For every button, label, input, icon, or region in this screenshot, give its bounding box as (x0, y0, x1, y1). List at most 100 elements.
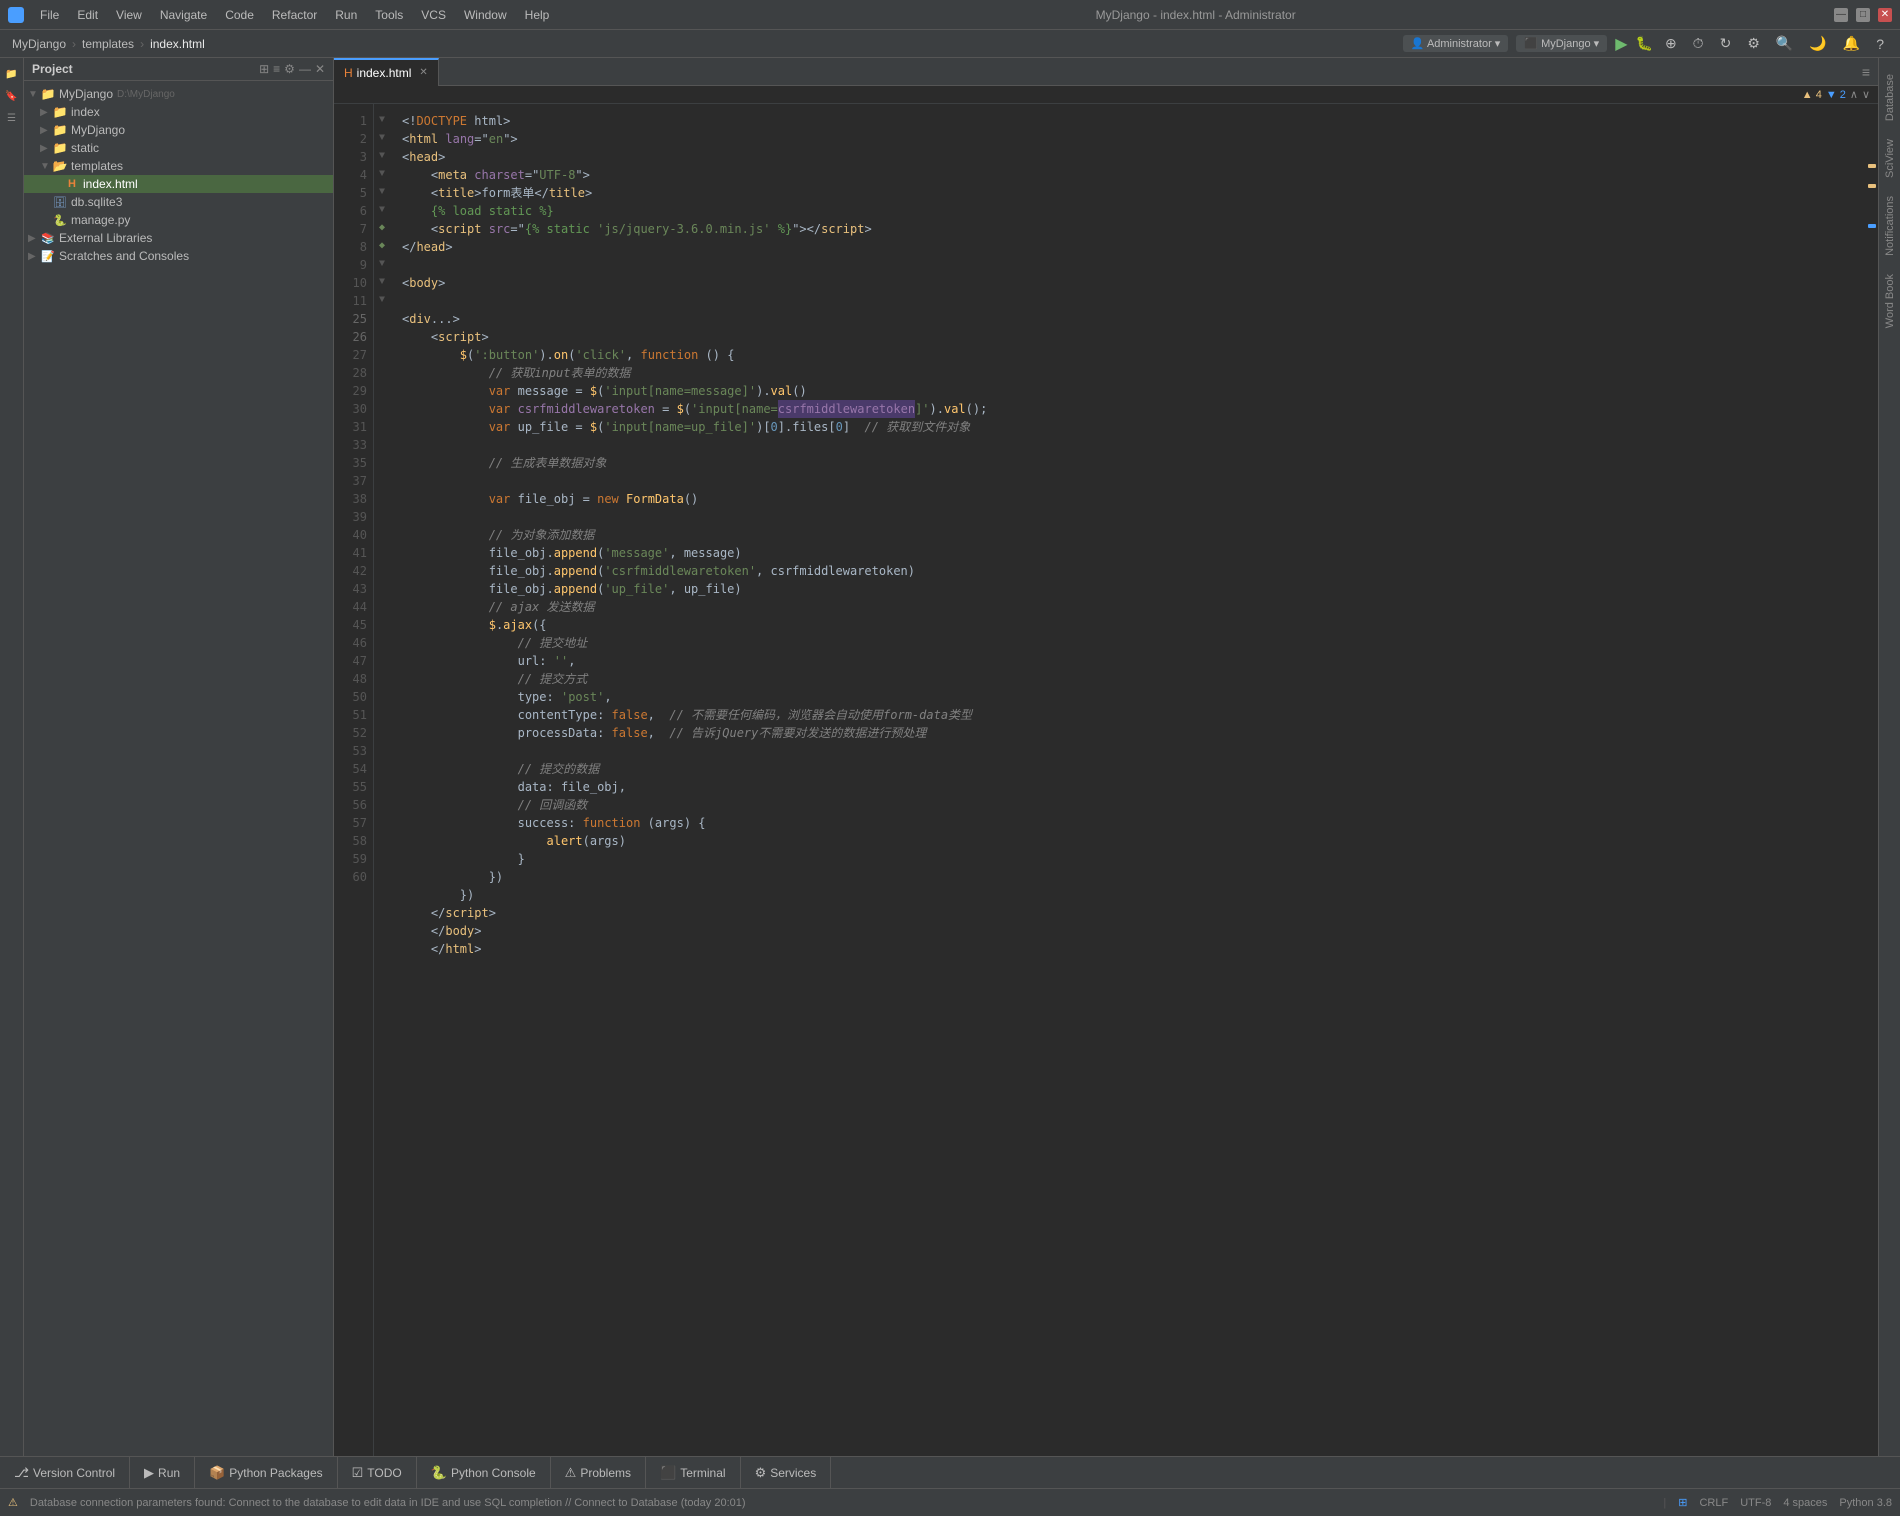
right-panel-sciview[interactable]: SciView (1880, 131, 1900, 186)
menu-help[interactable]: Help (517, 6, 558, 24)
menu-vcs[interactable]: VCS (413, 6, 454, 24)
right-panel-wordbook[interactable]: Word Book (1880, 266, 1900, 336)
code-line-41: // ajax 发送数据 (398, 598, 1864, 616)
tree-arrow-mydjango-sub[interactable]: ▶ (40, 125, 52, 136)
settings-button[interactable]: ⚙ (1743, 33, 1764, 54)
project-scope-button[interactable]: ⊞ (259, 62, 269, 76)
tab-services[interactable]: ⚙ Services (741, 1457, 832, 1489)
project-collapse-button[interactable]: ≡ (273, 62, 280, 76)
tab-python-packages-label: Python Packages (229, 1466, 322, 1480)
tree-item-scratches[interactable]: ▶ 📝 Scratches and Consoles (24, 247, 333, 265)
tree-arrow-ext-libs[interactable]: ▶ (28, 233, 40, 244)
profile-run-button[interactable]: ⏱ (1689, 33, 1708, 54)
tab-list-button[interactable]: ≡ (1862, 64, 1870, 80)
tab-python-packages[interactable]: 📦 Python Packages (195, 1457, 338, 1489)
tab-close-button[interactable]: ✕ (419, 67, 427, 78)
breadcrumb-sep-2: › (140, 37, 144, 51)
tab-run-label: Run (158, 1466, 180, 1480)
run-button[interactable]: ▶ (1615, 34, 1627, 54)
tree-item-mydjango[interactable]: ▼ 📁 MyDjango D:\MyDjango (24, 85, 333, 103)
close-button[interactable]: ✕ (1878, 8, 1892, 22)
code-line-29: var message = $('input[name=message]').v… (398, 382, 1864, 400)
tree-arrow-templates[interactable]: ▼ (40, 161, 52, 172)
code-line-47: contentType: false, // 不需要任何编码，浏览器会自动使用f… (398, 706, 1864, 724)
sidebar-bookmarks-icon[interactable]: 🔖 (3, 88, 21, 106)
language-label: Python 3.8 (1839, 1497, 1892, 1509)
tree-item-ext-libs[interactable]: ▶ 📚 External Libraries (24, 229, 333, 247)
search-button[interactable]: 🔍 (1772, 33, 1797, 54)
menu-run[interactable]: Run (327, 6, 365, 24)
tab-run[interactable]: ▶ Run (130, 1457, 195, 1489)
profile-dropdown[interactable]: 👤 Administrator ▾ (1403, 35, 1509, 52)
breadcrumb-templates[interactable]: templates (82, 37, 134, 51)
help-icon-button[interactable]: ? (1872, 34, 1888, 54)
tree-arrow-index[interactable]: ▶ (40, 107, 52, 118)
breadcrumb-nav-up[interactable]: ∧ (1850, 88, 1858, 101)
sidebar-structure-icon[interactable]: ☰ (3, 110, 21, 128)
code-line-38: file_obj.append('message', message) (398, 544, 1864, 562)
menu-view[interactable]: View (108, 6, 150, 24)
code-line-44: url: '', (398, 652, 1864, 670)
tab-version-control[interactable]: ⎇ Version Control (0, 1457, 130, 1489)
menu-file[interactable]: File (32, 6, 67, 24)
menu-window[interactable]: Window (456, 6, 515, 24)
code-line-45: // 提交方式 (398, 670, 1864, 688)
tab-todo[interactable]: ☑ TODO (338, 1457, 417, 1489)
tree-item-manage-py[interactable]: 🐍 manage.py (24, 211, 333, 229)
debug-button[interactable]: 🐛 (1636, 35, 1653, 52)
project-settings-button[interactable]: ⚙ (284, 62, 295, 76)
project-dropdown[interactable]: ⬛ MyDjango ▾ (1516, 35, 1607, 52)
scratches-icon: 📝 (40, 248, 56, 264)
tree-label-ext-libs: External Libraries (59, 231, 152, 245)
menu-navigate[interactable]: Navigate (152, 6, 215, 24)
status-windows-icon[interactable]: ⊞ (1678, 1496, 1687, 1509)
editor-gutter: ▼ ▼ ▼ ▼ ▼ ▼ (374, 104, 390, 1456)
status-charset[interactable]: UTF-8 (1740, 1497, 1771, 1509)
breadcrumb-mydjango[interactable]: MyDjango (12, 37, 66, 51)
project-close-button[interactable]: ✕ (315, 62, 325, 76)
tab-index-html[interactable]: H index.html ✕ (334, 58, 439, 86)
right-panel-database[interactable]: Database (1880, 66, 1900, 129)
maximize-button[interactable]: □ (1856, 8, 1870, 22)
tab-terminal[interactable]: ⬛ Terminal (646, 1457, 741, 1489)
code-editor[interactable]: <!DOCTYPE html> <html lang="en"> <head> … (390, 104, 1864, 1456)
status-language[interactable]: Python 3.8 (1839, 1497, 1892, 1509)
title-bar: File Edit View Navigate Code Refactor Ru… (0, 0, 1900, 30)
code-line-48: processData: false, // 告诉jQuery不需要对发送的数据… (398, 724, 1864, 742)
menu-edit[interactable]: Edit (69, 6, 106, 24)
tree-label-db: db.sqlite3 (71, 195, 122, 209)
breadcrumb-nav-down[interactable]: ∨ (1862, 88, 1870, 101)
sidebar-project-icon[interactable]: 📁 (3, 66, 21, 84)
app-icon (8, 7, 24, 23)
code-line-55: } (398, 850, 1864, 868)
minimize-button[interactable]: — (1834, 8, 1848, 22)
refresh-button[interactable]: ↻ (1716, 33, 1736, 54)
tree-arrow-scratches[interactable]: ▶ (28, 251, 40, 262)
tree-arrow-mydjango[interactable]: ▼ (28, 89, 40, 100)
tab-problems-label: Problems (580, 1466, 631, 1480)
coverage-button[interactable]: ⊕ (1661, 33, 1681, 54)
theme-button[interactable]: 🌙 (1805, 33, 1830, 54)
folder-index-icon: 📁 (52, 104, 68, 120)
code-line-60: </html> (398, 940, 1864, 958)
tab-python-console[interactable]: 🐍 Python Console (417, 1457, 551, 1489)
tree-item-static[interactable]: ▶ 📁 static (24, 139, 333, 157)
tree-item-templates[interactable]: ▼ 📂 templates (24, 157, 333, 175)
menu-refactor[interactable]: Refactor (264, 6, 325, 24)
menu-code[interactable]: Code (217, 6, 262, 24)
tree-item-mydjango-sub[interactable]: ▶ 📁 MyDjango (24, 121, 333, 139)
right-panel-notifications[interactable]: Notifications (1880, 188, 1900, 264)
file-py-icon: 🐍 (52, 212, 68, 228)
tree-item-index[interactable]: ▶ 📁 index (24, 103, 333, 121)
status-line-ending[interactable]: CRLF (1699, 1497, 1728, 1509)
project-hide-button[interactable]: — (299, 62, 311, 76)
tree-item-db[interactable]: 🗄 db.sqlite3 (24, 193, 333, 211)
notification-button[interactable]: 🔔 (1839, 33, 1864, 54)
status-indent[interactable]: 4 spaces (1783, 1497, 1827, 1509)
code-line-57: }) (398, 886, 1864, 904)
code-line-28: // 获取input表单的数据 (398, 364, 1864, 382)
tab-problems[interactable]: ⚠ Problems (551, 1457, 646, 1489)
menu-tools[interactable]: Tools (367, 6, 411, 24)
tree-item-index-html[interactable]: H index.html (24, 175, 333, 193)
tree-arrow-static[interactable]: ▶ (40, 143, 52, 154)
